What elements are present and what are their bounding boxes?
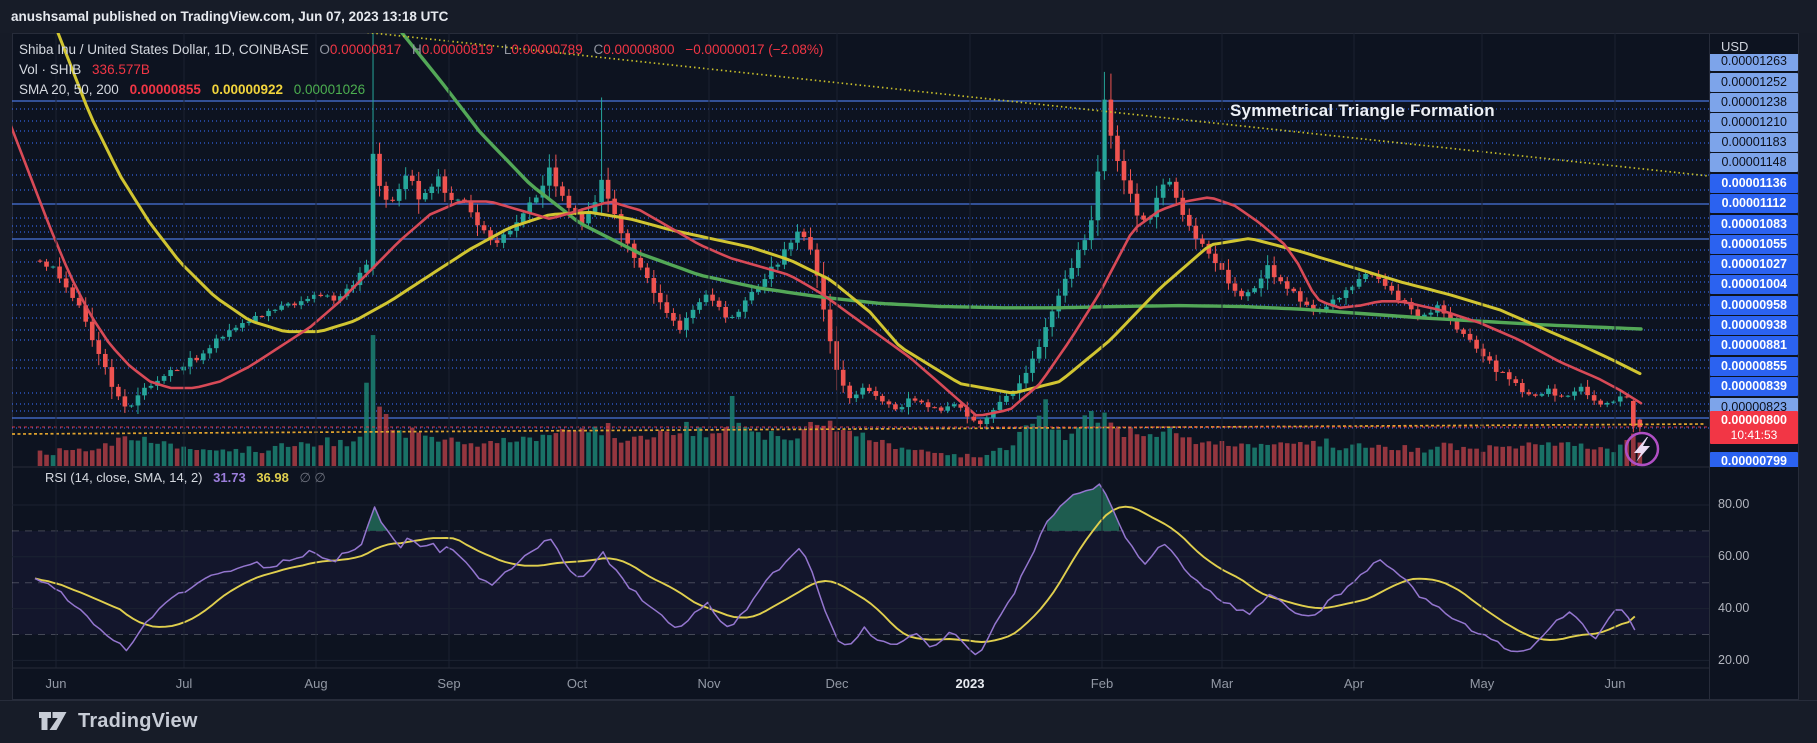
volume-header: Vol · SHIB 336.577B [19, 62, 150, 77]
rsi-value: 31.73 [213, 470, 246, 485]
tradingview-logo[interactable]: TradingView [38, 708, 198, 734]
price-level-label: 0.00000958 [1710, 296, 1798, 315]
change-value: −0.00000017 (−2.08%) [685, 42, 823, 57]
sma200-value: 0.00001026 [294, 82, 365, 97]
price-level-label: 0.00000839 [1710, 377, 1798, 396]
price-level-label: 0.00001083 [1710, 215, 1798, 234]
price-level-label: 0.00000881 [1710, 336, 1798, 355]
time-axis-label: Dec [825, 676, 848, 691]
price-level-label: 0.00001027 [1710, 255, 1798, 274]
tradingview-logo-icon [38, 708, 68, 734]
time-axis-label: Oct [567, 676, 587, 691]
price-level-label: 0.00001004 [1710, 275, 1798, 294]
time-axis-label: Aug [304, 676, 327, 691]
price-level-label: 0.00001183 [1710, 133, 1798, 152]
time-axis-label: Mar [1211, 676, 1233, 691]
time-axis-label: Sep [437, 676, 460, 691]
symbol-title: Shiba Inu / United States Dollar, 1D, CO… [19, 42, 309, 57]
open-value: 0.00000817 [330, 42, 401, 57]
time-axis-label: Jun [46, 676, 67, 691]
sma50-value: 0.00000922 [212, 82, 283, 97]
time-axis-label: Apr [1344, 676, 1364, 691]
volume-label: Vol · SHIB [19, 62, 81, 77]
rsi-header: RSI (14, close, SMA, 14, 2) 31.73 36.98 … [45, 470, 326, 486]
rsi-avg-value: 36.98 [256, 470, 289, 485]
rsi-label: RSI (14, close, SMA, 14, 2) [45, 470, 203, 485]
time-axis-label: 2023 [956, 676, 985, 691]
price-level-label: 0.00001238 [1710, 93, 1798, 112]
tradingview-logo-text: TradingView [78, 710, 198, 733]
time-axis-label: May [1470, 676, 1495, 691]
chart-canvas[interactable] [12, 33, 1709, 700]
high-value: 0.00000819 [422, 42, 493, 57]
price-level-label: 0.00000938 [1710, 316, 1798, 335]
close-value: 0.00000800 [603, 42, 674, 57]
price-level-label: 0.00001252 [1710, 73, 1798, 92]
close-label: C [593, 42, 603, 57]
footer-bar [0, 700, 1817, 743]
time-axis-label: Jul [176, 676, 193, 691]
rsi-hidden-values: ∅ ∅ [299, 470, 325, 485]
rsi-scale-label: 40.00 [1718, 601, 1749, 615]
currency-label: USD [1721, 39, 1748, 54]
right-gutter [1799, 33, 1817, 700]
price-level-label: 0.00000799 [1710, 452, 1798, 468]
volume-value: 336.577B [92, 62, 150, 77]
rsi-scale-label: 60.00 [1718, 549, 1749, 563]
time-axis-label: Jun [1605, 676, 1626, 691]
price-label-stack: 0.00001263 0.000012520.000012380.00001210… [1710, 54, 1799, 467]
sma-header: SMA 20, 50, 200 0.00000855 0.00000922 0.… [19, 82, 365, 97]
rsi-scale-label: 20.00 [1718, 653, 1749, 667]
price-level-label: 0.00001055 [1710, 235, 1798, 254]
price-level-label: 0.00001148 [1710, 153, 1798, 172]
price-level-label: 0.00001210 [1710, 113, 1798, 132]
pattern-annotation: Symmetrical Triangle Formation [1230, 101, 1495, 121]
time-axis-label: Feb [1091, 676, 1113, 691]
time-axis-label: Nov [697, 676, 720, 691]
low-value: 0.00000789 [511, 42, 582, 57]
banner-text: anushsamal published on TradingView.com,… [11, 9, 448, 24]
price-level-label: 0.00000855 [1710, 357, 1798, 376]
price-level-label: 0.00001112 [1710, 194, 1798, 213]
sma20-value: 0.00000855 [130, 82, 201, 97]
published-banner: anushsamal published on TradingView.com,… [0, 0, 1817, 33]
current-price-label: 0.0000080010:41:53 [1710, 411, 1798, 444]
price-level-label: 0.00001136 [1710, 174, 1798, 193]
open-label: O [319, 42, 330, 57]
sma-label: SMA 20, 50, 200 [19, 82, 119, 97]
symbol-header: Shiba Inu / United States Dollar, 1D, CO… [19, 42, 823, 57]
high-label: H [412, 42, 422, 57]
price-level-label: 0.00001263 [1710, 54, 1798, 71]
rsi-scale-label: 80.00 [1718, 497, 1749, 511]
